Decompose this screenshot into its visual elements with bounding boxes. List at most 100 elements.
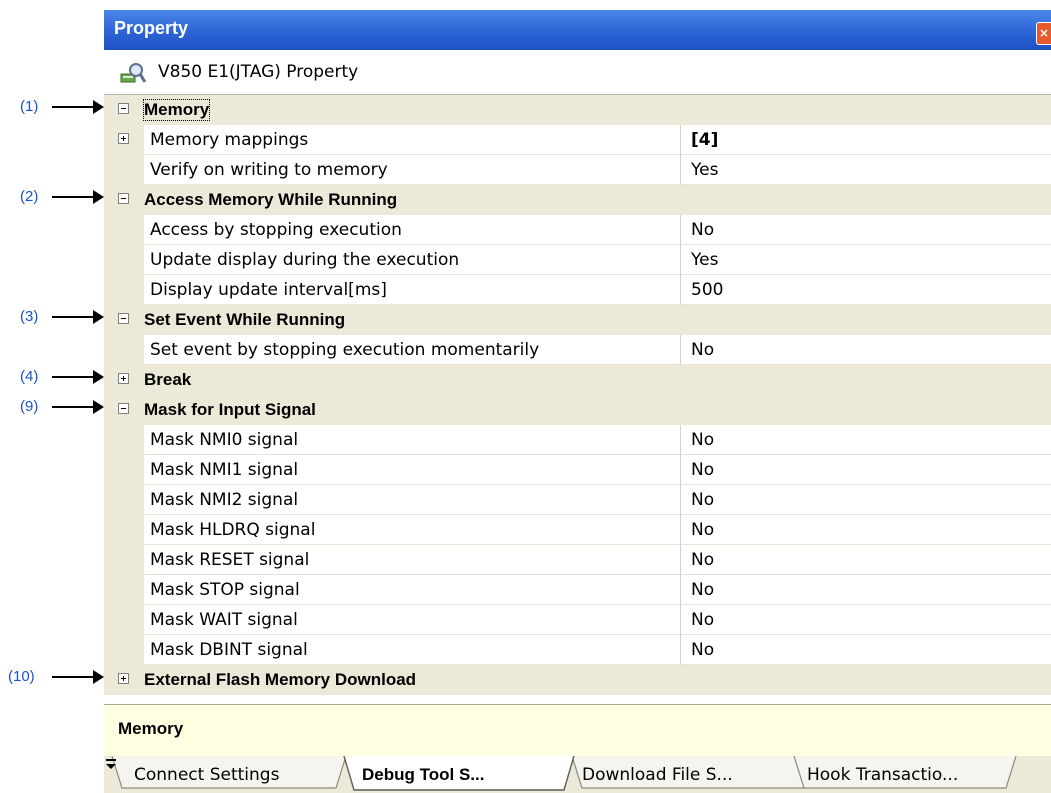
property-value-cell[interactable]: No — [681, 455, 1051, 485]
collapse-icon[interactable] — [118, 403, 129, 414]
property-name: Mask STOP signal — [150, 580, 300, 600]
property-row[interactable]: Mask RESET signal No — [104, 545, 1051, 575]
property-header-title: V850 E1(JTAG) Property — [158, 62, 359, 82]
property-row[interactable]: Update display during the execution Yes — [104, 245, 1051, 275]
arrow-right-icon — [93, 370, 104, 384]
panel-title-bar[interactable]: Property × — [104, 10, 1051, 50]
close-icon[interactable]: × — [1036, 22, 1051, 45]
property-row[interactable]: Memory mappings [4] — [104, 125, 1051, 155]
expand-icon[interactable] — [118, 673, 129, 684]
property-row[interactable]: Display update interval[ms] 500 — [104, 275, 1051, 305]
callout-3: (3) — [0, 306, 104, 328]
callout-label: (9) — [20, 398, 39, 415]
collapse-icon[interactable] — [118, 103, 129, 114]
property-value-cell[interactable]: No — [681, 515, 1051, 545]
callout-label: (3) — [20, 308, 39, 325]
property-value-cell[interactable]: Yes — [681, 245, 1051, 275]
property-value: No — [691, 550, 715, 570]
callout-1: (1) — [0, 96, 104, 118]
property-row[interactable]: Set event by stopping execution momentar… — [104, 335, 1051, 365]
property-row[interactable]: Mask HLDRQ signal No — [104, 515, 1051, 545]
property-value-cell[interactable]: No — [681, 425, 1051, 455]
property-header: V850 E1(JTAG) Property — [104, 50, 1051, 94]
category-row[interactable]: Break — [104, 365, 1051, 395]
property-name-cell[interactable]: Memory mappings — [144, 125, 681, 155]
category-row[interactable]: Mask for Input Signal — [104, 395, 1051, 425]
callout-arrow-line — [52, 376, 94, 378]
row-gutter — [104, 635, 144, 665]
property-value-cell[interactable]: [4] — [681, 125, 1051, 155]
property-name-cell[interactable]: Update display during the execution — [144, 245, 681, 275]
property-name-cell[interactable]: Mask DBINT signal — [144, 635, 681, 665]
property-row[interactable]: Verify on writing to memory Yes — [104, 155, 1051, 185]
callout-10: (10) — [0, 666, 104, 688]
tab-bar: Connect Settings Debug Tool S... Downloa… — [104, 756, 1051, 793]
row-gutter — [104, 245, 144, 275]
property-value-cell[interactable]: No — [681, 605, 1051, 635]
property-value: No — [691, 640, 715, 660]
property-value: No — [691, 610, 715, 630]
property-value-cell[interactable]: No — [681, 545, 1051, 575]
tab-connect-settings[interactable]: Connect Settings — [134, 765, 279, 785]
property-name-cell[interactable]: Mask NMI0 signal — [144, 425, 681, 455]
property-name-cell[interactable]: Mask STOP signal — [144, 575, 681, 605]
property-value-cell[interactable]: No — [681, 485, 1051, 515]
property-value-cell[interactable]: No — [681, 335, 1051, 365]
arrow-right-icon — [93, 310, 104, 324]
property-row[interactable]: Mask NMI1 signal No — [104, 455, 1051, 485]
category-label: Access Memory While Running — [144, 190, 398, 209]
overflow-menu-icon[interactable] — [104, 756, 118, 772]
property-name: Mask NMI2 signal — [150, 490, 299, 510]
property-value-cell[interactable]: No — [681, 215, 1051, 245]
tab-debug-tool-settings[interactable]: Debug Tool S... — [362, 765, 484, 785]
category-label: External Flash Memory Download — [144, 670, 417, 689]
property-name-cell[interactable]: Display update interval[ms] — [144, 275, 681, 305]
row-gutter — [104, 605, 144, 635]
property-value: No — [691, 340, 715, 360]
category-row[interactable]: External Flash Memory Download — [104, 665, 1051, 695]
property-value-cell[interactable]: No — [681, 635, 1051, 665]
property-name: Display update interval[ms] — [150, 280, 387, 300]
property-name-cell[interactable]: Access by stopping execution — [144, 215, 681, 245]
arrow-right-icon — [93, 190, 104, 204]
property-name-cell[interactable]: Verify on writing to memory — [144, 155, 681, 185]
property-name-cell[interactable]: Mask NMI1 signal — [144, 455, 681, 485]
property-name-cell[interactable]: Set event by stopping execution momentar… — [144, 335, 681, 365]
category-row[interactable]: Set Event While Running — [104, 305, 1051, 335]
property-name: Memory mappings — [150, 130, 309, 150]
arrow-right-icon — [93, 670, 104, 684]
callout-arrow-line — [52, 406, 94, 408]
callout-label: (1) — [20, 98, 39, 115]
property-name-cell[interactable]: Mask HLDRQ signal — [144, 515, 681, 545]
collapse-icon[interactable] — [118, 313, 129, 324]
callout-arrow-line — [52, 106, 94, 108]
description-text: Memory — [118, 719, 184, 738]
property-value: No — [691, 580, 715, 600]
property-value: No — [691, 430, 715, 450]
property-value-cell[interactable]: 500 — [681, 275, 1051, 305]
property-row[interactable]: Mask NMI2 signal No — [104, 485, 1051, 515]
tab-hook-transaction-settings[interactable]: Hook Transactio... — [807, 765, 958, 785]
callout-label: (2) — [20, 188, 39, 205]
collapse-icon[interactable] — [118, 193, 129, 204]
property-icon — [120, 63, 146, 83]
property-row[interactable]: Mask DBINT signal No — [104, 635, 1051, 665]
expand-icon[interactable] — [118, 133, 129, 144]
property-value-cell[interactable]: No — [681, 575, 1051, 605]
property-row[interactable]: Access by stopping execution No — [104, 215, 1051, 245]
property-name-cell[interactable]: Mask RESET signal — [144, 545, 681, 575]
category-row[interactable]: Access Memory While Running — [104, 185, 1051, 215]
property-row[interactable]: Mask STOP signal No — [104, 575, 1051, 605]
property-name-cell[interactable]: Mask WAIT signal — [144, 605, 681, 635]
row-gutter — [104, 485, 144, 515]
property-row[interactable]: Mask NMI0 signal No — [104, 425, 1051, 455]
expand-icon[interactable] — [118, 373, 129, 384]
property-name-cell[interactable]: Mask NMI2 signal — [144, 485, 681, 515]
property-value-cell[interactable]: Yes — [681, 155, 1051, 185]
row-gutter — [104, 425, 144, 455]
tab-download-file-settings[interactable]: Download File S... — [582, 765, 733, 785]
category-row[interactable]: Memory — [104, 95, 1051, 125]
callout-label: (10) — [8, 668, 35, 685]
property-row[interactable]: Mask WAIT signal No — [104, 605, 1051, 635]
property-name: Mask HLDRQ signal — [150, 520, 316, 540]
